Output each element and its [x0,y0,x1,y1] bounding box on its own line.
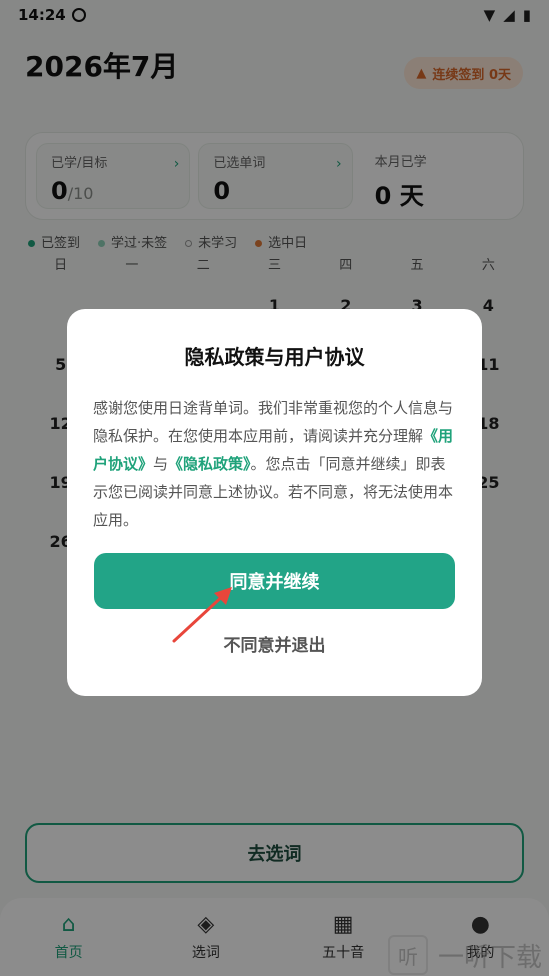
agree-button[interactable]: 同意并继续 [94,553,455,609]
dialog-title: 隐私政策与用户协议 [184,345,365,369]
pointer-arrow-icon [172,587,232,643]
privacy-dialog: 隐私政策与用户协议 感谢您使用日途背单词。我们非常重视您的个人信息与隐私保护。在… [67,309,482,696]
watermark-logo-icon: 听 [388,935,428,975]
watermark: 听 一听下载 [388,934,549,976]
watermark-text: 一听下载 [438,942,543,973]
privacy-policy-link[interactable]: 《隐私政策》 [168,455,251,473]
dialog-body: 感谢您使用日途背单词。我们非常重视您的个人信息与隐私保护。在您使用本应用前，请阅… [93,399,454,529]
decline-button[interactable]: 不同意并退出 [67,631,482,656]
